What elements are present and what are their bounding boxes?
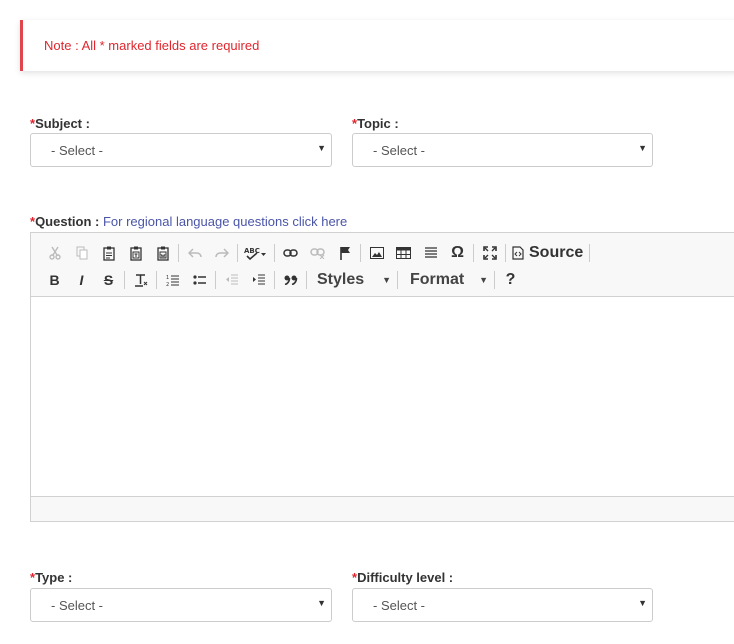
note-text: Note : All * marked fields are required — [44, 38, 260, 53]
paste-word-icon[interactable] — [149, 241, 176, 265]
source-button[interactable]: Source — [508, 244, 587, 262]
undo-icon[interactable] — [181, 241, 208, 265]
copy-icon[interactable] — [68, 241, 95, 265]
topic-label: *Topic : — [352, 116, 399, 131]
format-dropdown[interactable]: Format ▼ — [400, 268, 492, 292]
spellcheck-icon[interactable]: ABC — [240, 241, 272, 265]
type-label: *Type : — [30, 570, 73, 585]
strike-icon[interactable]: S — [95, 268, 122, 292]
maximize-icon[interactable] — [476, 241, 503, 265]
toolbar-separator — [156, 271, 157, 289]
remove-format-icon[interactable] — [127, 268, 154, 292]
editor-content-area[interactable] — [31, 297, 734, 497]
toolbar-separator — [274, 271, 275, 289]
italic-icon[interactable]: I — [68, 268, 95, 292]
image-icon[interactable] — [363, 241, 390, 265]
difficulty-label: *Difficulty level : — [352, 570, 454, 585]
outdent-icon[interactable] — [218, 268, 245, 292]
chevron-down-icon: ▼ — [638, 598, 647, 608]
styles-dropdown[interactable]: Styles ▼ — [309, 268, 395, 292]
special-char-icon[interactable]: Ω — [444, 241, 471, 265]
anchor-flag-icon[interactable] — [331, 241, 358, 265]
toolbar-separator — [505, 244, 506, 262]
unlink-icon[interactable] — [304, 241, 331, 265]
type-select[interactable]: - Select - ▼ — [30, 588, 332, 622]
cut-icon[interactable] — [41, 241, 68, 265]
toolbar-separator — [124, 271, 125, 289]
paste-text-icon[interactable] — [122, 241, 149, 265]
chevron-down-icon: ▼ — [638, 143, 647, 153]
topic-select-value: - Select - — [373, 143, 426, 158]
toolbar-separator — [306, 271, 307, 289]
numbered-list-icon[interactable]: 12 — [159, 268, 186, 292]
source-label: Source — [529, 244, 584, 261]
editor-status-bar — [31, 496, 734, 521]
topic-select[interactable]: - Select - ▼ — [352, 133, 653, 167]
format-label: Format — [410, 271, 465, 288]
difficulty-select-value: - Select - — [373, 598, 426, 613]
chevron-down-icon: ▼ — [382, 275, 391, 285]
horizontal-line-icon[interactable] — [417, 241, 444, 265]
subject-label: *Subject : — [30, 116, 90, 131]
subject-select-value: - Select - — [51, 143, 104, 158]
blockquote-icon[interactable] — [277, 268, 304, 292]
svg-text:2: 2 — [166, 282, 169, 287]
question-label: *Question : For regional language questi… — [30, 214, 348, 229]
source-icon — [512, 246, 524, 260]
chevron-down-icon: ▼ — [479, 275, 488, 285]
help-button[interactable]: ? — [497, 268, 524, 292]
subject-select[interactable]: - Select - ▼ — [30, 133, 332, 167]
svg-text:ABC: ABC — [244, 247, 260, 255]
styles-label: Styles — [317, 271, 365, 288]
question-editor: ABC Ω Source B I S 1 2 Styles ▼ Format ▼… — [30, 232, 734, 522]
toolbar-separator — [274, 244, 275, 262]
toolbar-separator — [237, 244, 238, 262]
bold-icon[interactable]: B — [41, 268, 68, 292]
toolbar-separator — [589, 244, 591, 262]
type-select-value: - Select - — [51, 598, 104, 613]
paste-icon[interactable] — [95, 241, 122, 265]
toolbar-separator — [360, 244, 361, 262]
toolbar-separator — [473, 244, 474, 262]
table-icon[interactable] — [390, 241, 417, 265]
indent-icon[interactable] — [245, 268, 272, 292]
regional-language-link[interactable]: For regional language questions click he… — [103, 214, 347, 229]
difficulty-select[interactable]: - Select - ▼ — [352, 588, 653, 622]
editor-toolbar: ABC Ω Source B I S 1 2 Styles ▼ Format ▼… — [31, 233, 734, 297]
toolbar-separator — [215, 271, 216, 289]
link-icon[interactable] — [277, 241, 304, 265]
toolbar-separator — [178, 244, 179, 262]
bulleted-list-icon[interactable] — [186, 268, 213, 292]
chevron-down-icon: ▼ — [317, 143, 326, 153]
redo-icon[interactable] — [208, 241, 235, 265]
required-fields-note: Note : All * marked fields are required — [20, 20, 734, 71]
svg-text:1: 1 — [166, 275, 169, 281]
toolbar-separator — [494, 271, 495, 289]
toolbar-separator — [397, 271, 398, 289]
chevron-down-icon: ▼ — [317, 598, 326, 608]
